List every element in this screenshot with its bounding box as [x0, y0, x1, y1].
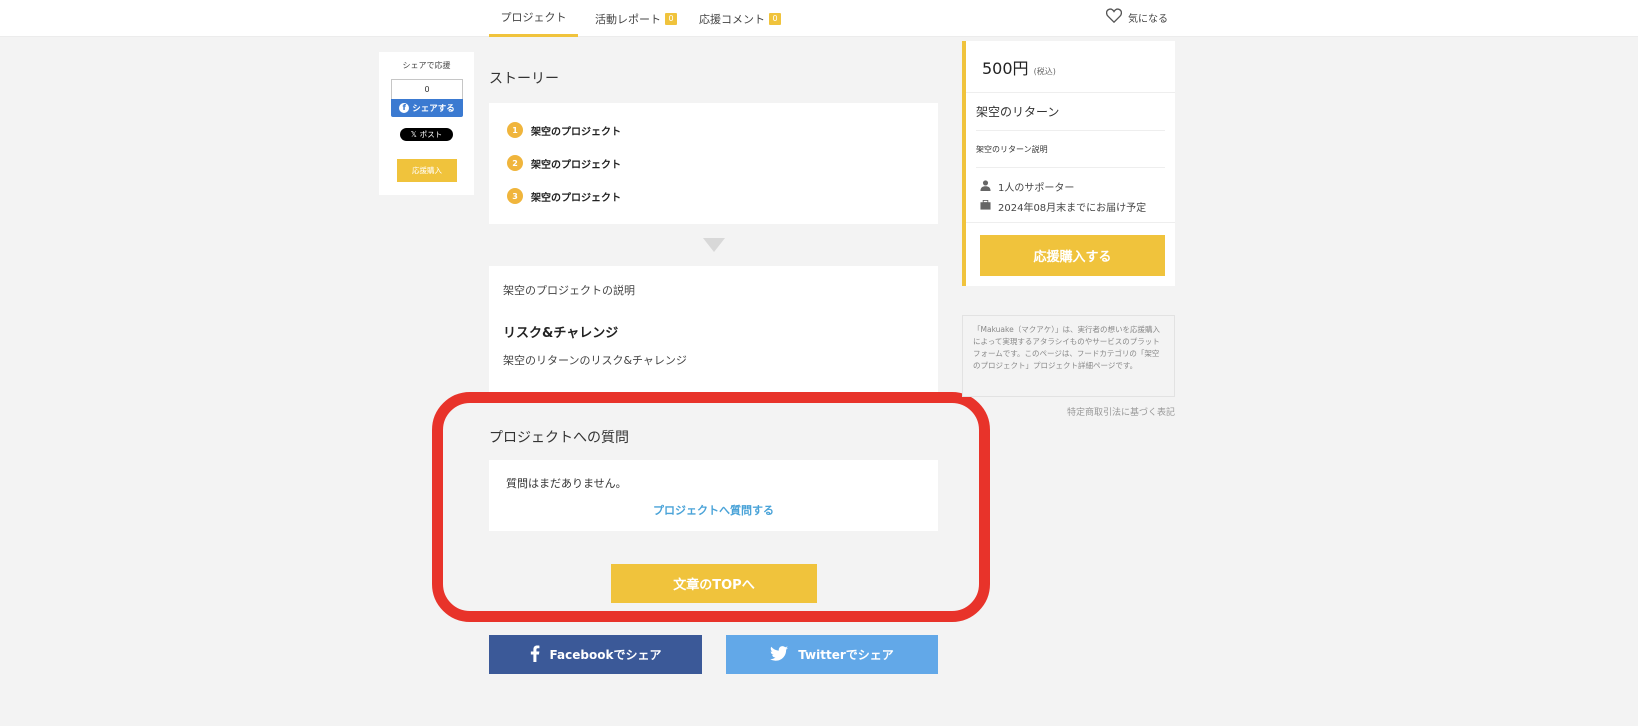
activity-report-count-badge: 0 [665, 12, 677, 25]
twitter-share-large-label: Twitterでシェア [798, 648, 894, 662]
facebook-share-large-label: Facebookでシェア [549, 648, 662, 662]
triangle-down-icon [703, 238, 725, 252]
facebook-share-button[interactable]: f シェアする [391, 99, 463, 117]
buy-button[interactable]: 応援購入する [980, 235, 1165, 276]
no-questions-text: 質問はまだありません。 [506, 477, 627, 490]
tab-support-comments-label: 応援コメント [699, 12, 765, 26]
divider [966, 92, 1175, 93]
side-share-title: シェアで応援 [402, 61, 451, 70]
makuake-about-text: 「Makuake（マクアケ）」は、実行者の想いを応援購入によって実現するアタラシ… [962, 315, 1175, 397]
twitter-bird-icon [770, 645, 789, 664]
facebook-share-large-button[interactable]: Facebookでシェア [489, 635, 702, 674]
questions-box: 質問はまだありません。 プロジェクトへ質問する [489, 460, 938, 531]
return-price-tax: (税込) [1033, 67, 1056, 76]
x-icon: 𝕏 [410, 130, 417, 139]
box-icon [980, 199, 991, 213]
side-buy-button[interactable]: 応援購入 [397, 159, 457, 182]
x-post-label: ポスト [419, 130, 443, 139]
story-index-number: 1 [507, 122, 523, 138]
return-description: 架空のリターン説明 [976, 145, 1048, 154]
return-price: 500円 (税込) [982, 55, 1056, 79]
tab-project[interactable]: プロジェクト [489, 0, 578, 37]
facebook-icon [530, 644, 540, 665]
questions-heading: プロジェクトへの質問 [489, 430, 629, 446]
facebook-share-count: 0 [391, 79, 463, 99]
support-comments-count-badge: 0 [769, 12, 781, 25]
facebook-share-label: シェアする [412, 104, 455, 114]
twitter-share-large-button[interactable]: Twitterでシェア [726, 635, 938, 674]
supporters-row: 1人のサポーター [980, 179, 1074, 194]
tab-activity-report[interactable]: 活動レポート 0 [595, 0, 677, 37]
side-share-widget: シェアで応援 0 f シェアする 𝕏 ポスト 応援購入 [379, 52, 474, 195]
story-index-list: 1 架空のプロジェクト 2 架空のプロジェクト 3 架空のプロジェクト [489, 103, 938, 224]
supporters-count: 1人のサポーター [998, 183, 1075, 194]
project-description: 架空のプロジェクトの説明 [503, 284, 635, 297]
story-heading: ストーリー [489, 71, 559, 87]
top-nav: プロジェクト 活動レポート 0 応援コメント 0 気になる [0, 0, 1638, 37]
delivery-schedule: 2024年08月末までにお届け予定 [998, 203, 1147, 214]
risk-text: 架空のリターンのリスク&チャレンジ [503, 354, 687, 367]
story-index-number: 2 [507, 155, 523, 171]
divider [976, 167, 1165, 168]
heart-icon [1105, 8, 1123, 26]
story-index-item[interactable]: 1 架空のプロジェクト [507, 122, 621, 138]
tab-project-label: プロジェクト [500, 11, 567, 24]
story-index-number: 3 [507, 188, 523, 204]
risk-heading: リスク&チャレンジ [503, 326, 619, 341]
favorite-label: 気になる [1128, 13, 1168, 25]
tab-support-comments[interactable]: 応援コメント 0 [699, 0, 781, 37]
story-index-label: 架空のプロジェクト [531, 159, 621, 171]
tab-activity-report-label: 活動レポート [595, 12, 661, 26]
divider [976, 130, 1165, 131]
story-index-item[interactable]: 2 架空のプロジェクト [507, 155, 621, 171]
return-card[interactable]: 500円 (税込) 架空のリターン 架空のリターン説明 1人のサポーター 202… [962, 41, 1175, 286]
return-price-value: 500円 [982, 59, 1029, 78]
commercial-transactions-link[interactable]: 特定商取引法に基づく表記 [962, 405, 1175, 418]
person-icon [980, 179, 991, 194]
favorite-button[interactable]: 気になる [1105, 0, 1168, 34]
divider [966, 222, 1175, 223]
story-index-label: 架空のプロジェクト [531, 192, 621, 204]
back-to-top-button[interactable]: 文章のTOPへ [611, 564, 817, 603]
x-post-button[interactable]: 𝕏 ポスト [400, 128, 453, 141]
ask-question-link[interactable]: プロジェクトへ質問する [489, 502, 938, 518]
story-index-label: 架空のプロジェクト [531, 126, 621, 138]
story-body: 架空のプロジェクトの説明 リスク&チャレンジ 架空のリターンのリスク&チャレンジ [489, 266, 938, 394]
return-name: 架空のリターン [976, 105, 1060, 119]
story-index-item[interactable]: 3 架空のプロジェクト [507, 188, 621, 204]
facebook-icon: f [399, 103, 410, 113]
delivery-row: 2024年08月末までにお届け予定 [980, 199, 1146, 214]
